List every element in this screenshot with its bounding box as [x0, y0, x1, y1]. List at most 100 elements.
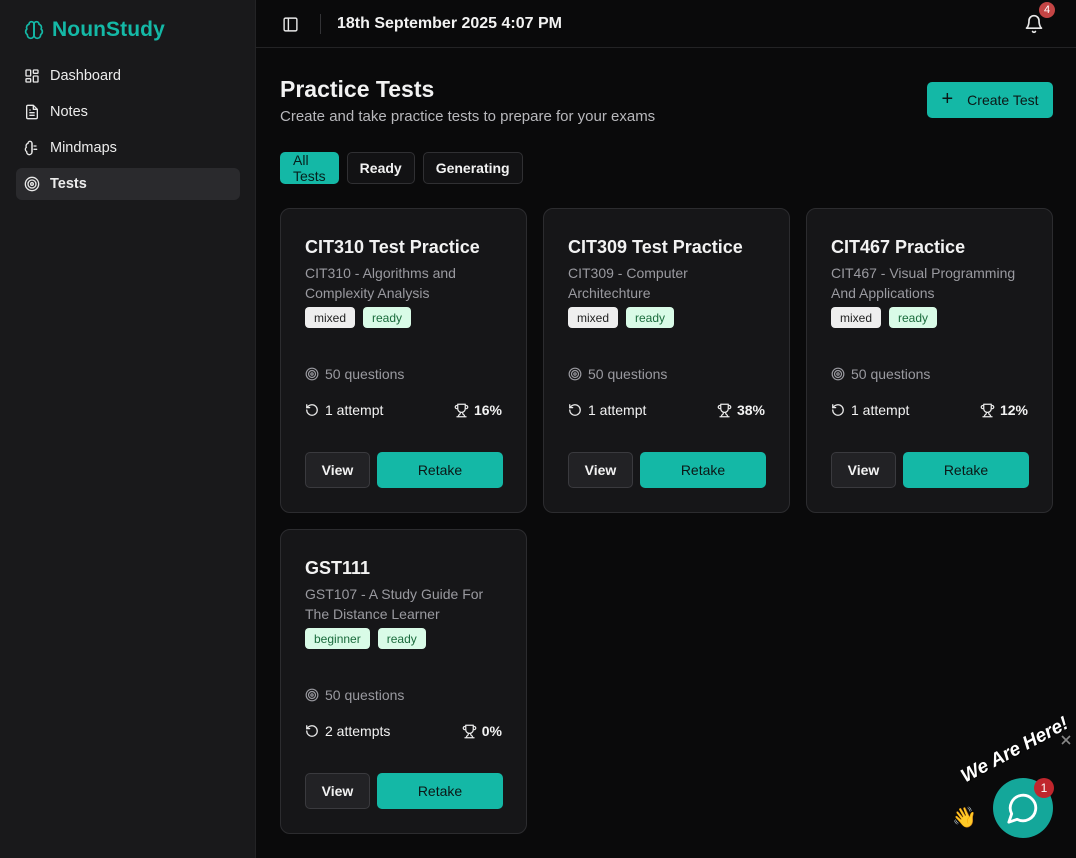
attempt-count-text: 1 attempt	[325, 402, 384, 418]
trophy-icon	[980, 403, 995, 417]
view-button[interactable]: View	[568, 452, 633, 488]
rotate-icon	[306, 725, 318, 737]
chat-widget: We Are Here! 👋 1	[950, 713, 1076, 858]
brain-logo-icon	[24, 20, 44, 40]
chat-unread-badge: 1	[1034, 778, 1054, 798]
attempt-count: 1 attempt	[305, 402, 383, 418]
sidebar-item-dashboard[interactable]: Dashboard	[16, 60, 240, 92]
attempt-count-text: 2 attempts	[325, 723, 391, 739]
notification-badge: 4	[1037, 0, 1057, 20]
retake-button[interactable]: Retake	[377, 452, 503, 488]
test-title: CIT310 Test Practice	[305, 237, 480, 257]
retake-button[interactable]: Retake	[640, 452, 766, 488]
attempt-count: 1 attempt	[831, 402, 909, 418]
filter-generating[interactable]: Generating	[422, 152, 523, 184]
question-count-text: 50 questions	[851, 366, 931, 382]
difficulty-tag: mixed	[831, 307, 882, 328]
brain-icon	[24, 140, 38, 156]
target-icon	[305, 688, 319, 702]
attempt-count: 2 attempts	[305, 723, 390, 739]
question-count: 50 questions	[305, 366, 404, 382]
status-tag: ready	[377, 628, 426, 649]
sidebar-item-label: Dashboard	[50, 68, 121, 84]
filter-all-tests[interactable]: All Tests	[280, 152, 339, 184]
filter-tabs: All Tests Ready Generating	[280, 152, 523, 184]
current-datetime: 18th September 2025 4:07 PM	[337, 15, 562, 32]
view-button[interactable]: View	[305, 452, 370, 488]
page-title: Practice Tests	[280, 76, 435, 102]
view-button[interactable]: View	[305, 773, 370, 809]
test-tags: mixed ready	[305, 307, 412, 328]
test-title: GST111	[305, 558, 371, 578]
plus-icon: +	[941, 88, 954, 110]
test-tags: mixed ready	[831, 307, 938, 328]
status-tag: ready	[889, 307, 938, 328]
divider	[320, 14, 321, 34]
test-title: CIT467 Practice	[831, 237, 966, 257]
test-title: CIT309 Test Practice	[568, 237, 743, 257]
test-tags: mixed ready	[568, 307, 675, 328]
create-test-label: Create Test	[967, 92, 1039, 108]
status-tag: ready	[363, 307, 412, 328]
brand[interactable]: NounStudy	[24, 18, 165, 42]
test-course: GST107 - A Study Guide For The Distance …	[305, 586, 484, 622]
sidebar-item-notes[interactable]: Notes	[16, 96, 240, 128]
create-test-button[interactable]: + Create Test	[927, 82, 1053, 118]
test-card: CIT467 Practice CIT467 - Visual Programm…	[806, 208, 1053, 513]
brand-name: NounStudy	[52, 18, 165, 41]
retake-button[interactable]: Retake	[903, 452, 1029, 488]
sidebar-toggle-icon[interactable]	[282, 16, 299, 33]
best-score-text: 12%	[999, 402, 1028, 418]
target-icon	[24, 176, 40, 192]
status-tag: ready	[626, 307, 675, 328]
page-subtitle: Create and take practice tests to prepar…	[280, 108, 656, 125]
test-tags: beginner ready	[305, 628, 426, 649]
filter-ready[interactable]: Ready	[346, 152, 415, 184]
best-score-text: 38%	[736, 402, 765, 418]
test-card: GST111 GST107 - A Study Guide For The Di…	[280, 529, 527, 834]
view-button[interactable]: View	[831, 452, 896, 488]
best-score: 16%	[454, 402, 502, 418]
best-score: 12%	[980, 402, 1028, 418]
trophy-icon	[462, 724, 477, 738]
rotate-icon	[306, 404, 318, 416]
trophy-icon	[717, 403, 732, 417]
difficulty-tag: mixed	[305, 307, 356, 328]
sidebar-item-mindmaps[interactable]: Mindmaps	[16, 132, 240, 164]
notes-icon	[26, 104, 38, 120]
target-icon	[305, 367, 319, 381]
question-count: 50 questions	[831, 366, 930, 382]
test-card: CIT310 Test Practice CIT310 - Algorithms…	[280, 208, 527, 513]
target-icon	[568, 367, 582, 381]
rotate-icon	[569, 404, 581, 416]
waving-hand-icon: 👋	[952, 807, 977, 829]
sidebar-nav: Dashboard Notes Mindmaps Tests	[16, 60, 240, 204]
dashboard-icon	[25, 69, 39, 83]
difficulty-tag: mixed	[568, 307, 619, 328]
attempt-count-text: 1 attempt	[851, 402, 910, 418]
attempt-count: 1 attempt	[568, 402, 646, 418]
sidebar-item-label: Mindmaps	[50, 140, 117, 156]
test-course: CIT467 - Visual Programming And Applicat…	[831, 265, 1016, 301]
best-score: 0%	[462, 723, 502, 739]
retake-button[interactable]: Retake	[377, 773, 503, 809]
target-icon	[831, 367, 845, 381]
question-count-text: 50 questions	[325, 687, 405, 703]
sidebar: NounStudy Dashboard Notes Mindmaps Tests	[0, 0, 256, 858]
topbar: 18th September 2025 4:07 PM 4	[256, 0, 1076, 48]
difficulty-tag: beginner	[305, 628, 370, 649]
question-count-text: 50 questions	[588, 366, 668, 382]
question-count: 50 questions	[305, 687, 404, 703]
rotate-icon	[832, 404, 844, 416]
best-score-text: 16%	[473, 402, 502, 418]
question-count: 50 questions	[568, 366, 667, 382]
sidebar-item-label: Notes	[50, 104, 88, 120]
attempt-count-text: 1 attempt	[588, 402, 647, 418]
test-course: CIT310 - Algorithms and Complexity Analy…	[305, 265, 456, 301]
chat-greeting: We Are Here!	[957, 713, 1072, 788]
best-score-text: 0%	[481, 723, 502, 739]
test-card: CIT309 Test Practice CIT309 - Computer A…	[543, 208, 790, 513]
sidebar-item-label: Tests	[50, 176, 87, 192]
sidebar-item-tests[interactable]: Tests	[16, 168, 240, 200]
best-score: 38%	[717, 402, 765, 418]
